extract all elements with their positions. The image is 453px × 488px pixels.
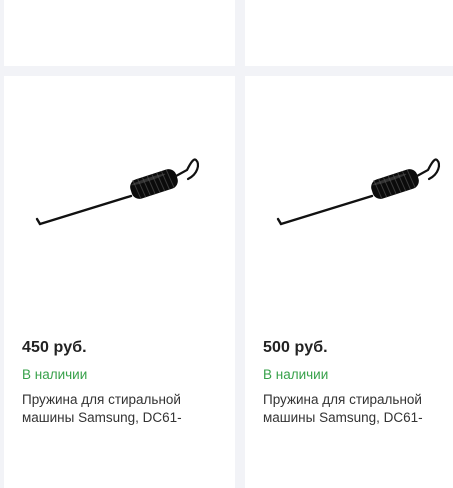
- stock-status: В наличии: [22, 367, 88, 382]
- product-title-line[interactable]: Пружина для стиральной: [22, 391, 212, 409]
- product-price: 500 руб.: [263, 339, 328, 356]
- product-card-top-right[interactable]: [245, 0, 453, 66]
- product-price: 450 руб.: [22, 339, 87, 356]
- product-card-top-left[interactable]: [4, 0, 235, 66]
- product-title[interactable]: Пружина для стиральной машины Samsung, D…: [22, 391, 212, 427]
- product-card[interactable]: 450 руб. В наличии Пружина для стирально…: [4, 76, 235, 488]
- product-title-line[interactable]: Пружина для стиральной: [263, 391, 453, 409]
- product-title[interactable]: Пружина для стиральной машины Samsung, D…: [263, 391, 453, 427]
- spring-image[interactable]: [4, 76, 235, 326]
- product-card[interactable]: 500 руб. В наличии Пружина для стирально…: [245, 76, 453, 488]
- product-title-line[interactable]: машины Samsung, DC61-: [22, 409, 212, 427]
- product-title-line[interactable]: машины Samsung, DC61-: [263, 409, 453, 427]
- stock-status: В наличии: [263, 367, 329, 382]
- spring-image[interactable]: [245, 76, 453, 326]
